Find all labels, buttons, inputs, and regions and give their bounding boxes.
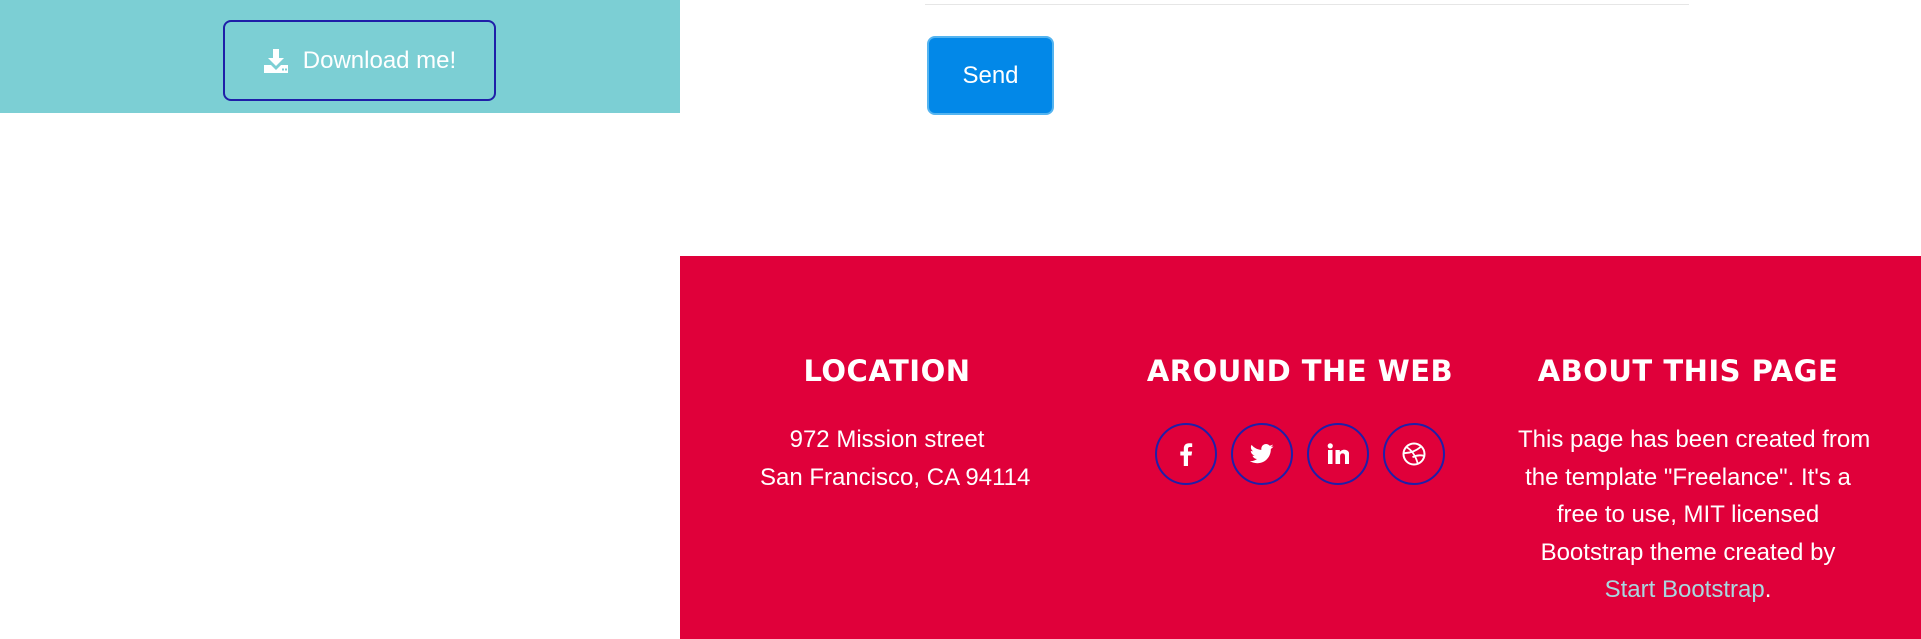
download-icon — [263, 48, 289, 74]
download-button[interactable]: Download me! — [223, 20, 496, 101]
start-bootstrap-link[interactable]: Start Bootstrap — [1605, 576, 1765, 603]
about-line-2: the template "Freelance". It's a — [1525, 463, 1851, 491]
social-links — [1140, 423, 1460, 485]
dribbble-icon — [1402, 442, 1426, 466]
download-button-label: Download me! — [302, 46, 457, 74]
download-section: Download me! — [0, 0, 680, 113]
about-line-3: free to use, MIT licensed — [1556, 501, 1820, 528]
web-heading: AROUND THE WEB — [1146, 354, 1454, 388]
send-button[interactable]: Send — [927, 36, 1054, 115]
twitter-link[interactable] — [1231, 423, 1293, 485]
linkedin-link[interactable] — [1307, 423, 1369, 485]
dribbble-link[interactable] — [1383, 423, 1445, 485]
linkedin-icon — [1327, 443, 1349, 465]
facebook-link[interactable] — [1155, 423, 1217, 485]
address-line-1: 972 Mission street — [789, 426, 985, 453]
about-description: This page has been created from the temp… — [1518, 421, 1871, 609]
about-line-4: Bootstrap theme created by — [1540, 538, 1836, 566]
address-line-2: San Francisco, CA 94114 — [760, 464, 1031, 491]
facebook-icon — [1179, 442, 1193, 466]
form-divider — [925, 4, 1689, 5]
location-address: 972 Mission street San Francisco, CA 941… — [760, 421, 1031, 497]
about-line-5: Start Bootstrap. — [1518, 571, 1858, 609]
twitter-icon — [1250, 444, 1274, 464]
about-line-1: This page has been created from — [1518, 426, 1871, 453]
footer: LOCATION 972 Mission street San Francisc… — [680, 256, 1921, 639]
page: Download me! Send LOCATION 972 Mission s… — [0, 0, 1921, 639]
about-heading: ABOUT THIS PAGE — [1537, 354, 1839, 388]
about-trailing-period: . — [1764, 576, 1772, 603]
location-heading: LOCATION — [803, 354, 971, 388]
